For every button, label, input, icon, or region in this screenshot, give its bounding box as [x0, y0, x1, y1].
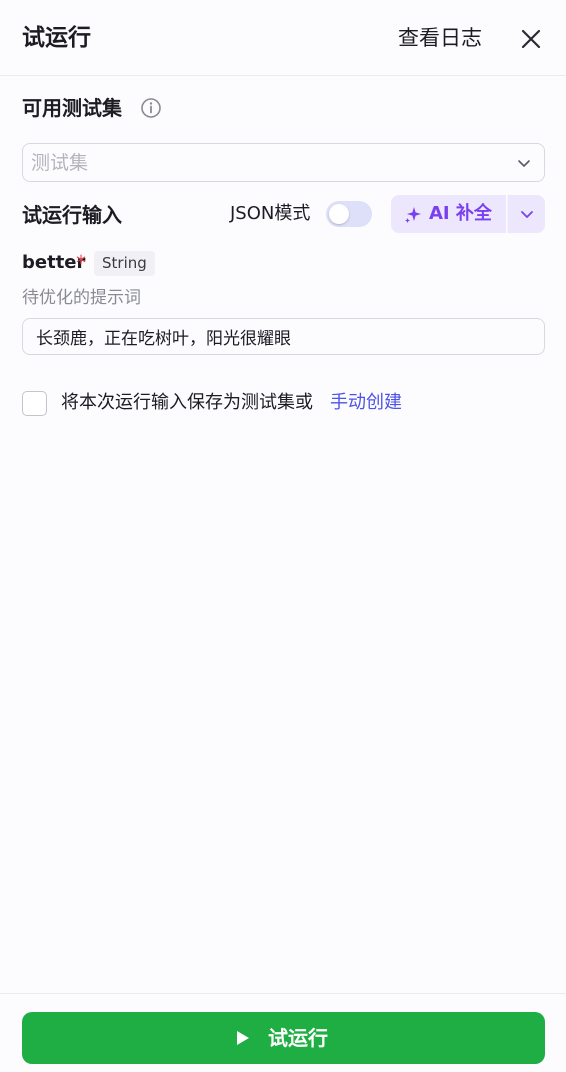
view-log-button[interactable]: 查看日志	[398, 22, 482, 54]
save-as-testset-checkbox[interactable]	[22, 391, 47, 416]
info-icon[interactable]	[140, 97, 162, 119]
close-button[interactable]	[516, 24, 546, 54]
required-mark: *	[76, 251, 86, 275]
close-icon	[521, 29, 541, 49]
ai-complete-label: AI 补全	[429, 203, 492, 224]
field-description: 待优化的提示词	[22, 288, 141, 308]
panel-header: 试运行 查看日志	[0, 0, 566, 76]
sparkle-icon	[405, 207, 421, 223]
play-icon	[237, 1031, 249, 1045]
testset-select[interactable]: 测试集	[22, 143, 545, 182]
json-mode-label: JSON模式	[230, 203, 311, 224]
chevron-down-icon	[521, 211, 533, 218]
panel-title: 试运行	[22, 25, 91, 51]
run-button-label: 试运行	[268, 1026, 328, 1050]
field-type-badge: String	[94, 251, 155, 276]
ai-complete-button[interactable]: AI 补全	[391, 195, 506, 233]
toggle-knob	[329, 204, 349, 224]
test-run-panel: 试运行 查看日志 可用测试集 测试集 试运行输入 JSON模式 AI 补全 be…	[0, 0, 566, 1072]
ai-complete-dropdown[interactable]	[507, 195, 545, 233]
save-as-testset-label: 将本次运行输入保存为测试集或	[61, 392, 313, 413]
better-input[interactable]	[22, 318, 545, 355]
testset-section-title: 可用测试集	[22, 96, 122, 120]
run-input-section-title: 试运行输入	[22, 203, 122, 227]
json-mode-toggle[interactable]	[326, 201, 372, 227]
manual-create-link[interactable]: 手动创建	[330, 391, 402, 415]
run-button[interactable]: 试运行	[22, 1012, 545, 1064]
testset-select-placeholder: 测试集	[31, 152, 89, 174]
chevron-down-icon	[518, 160, 530, 167]
